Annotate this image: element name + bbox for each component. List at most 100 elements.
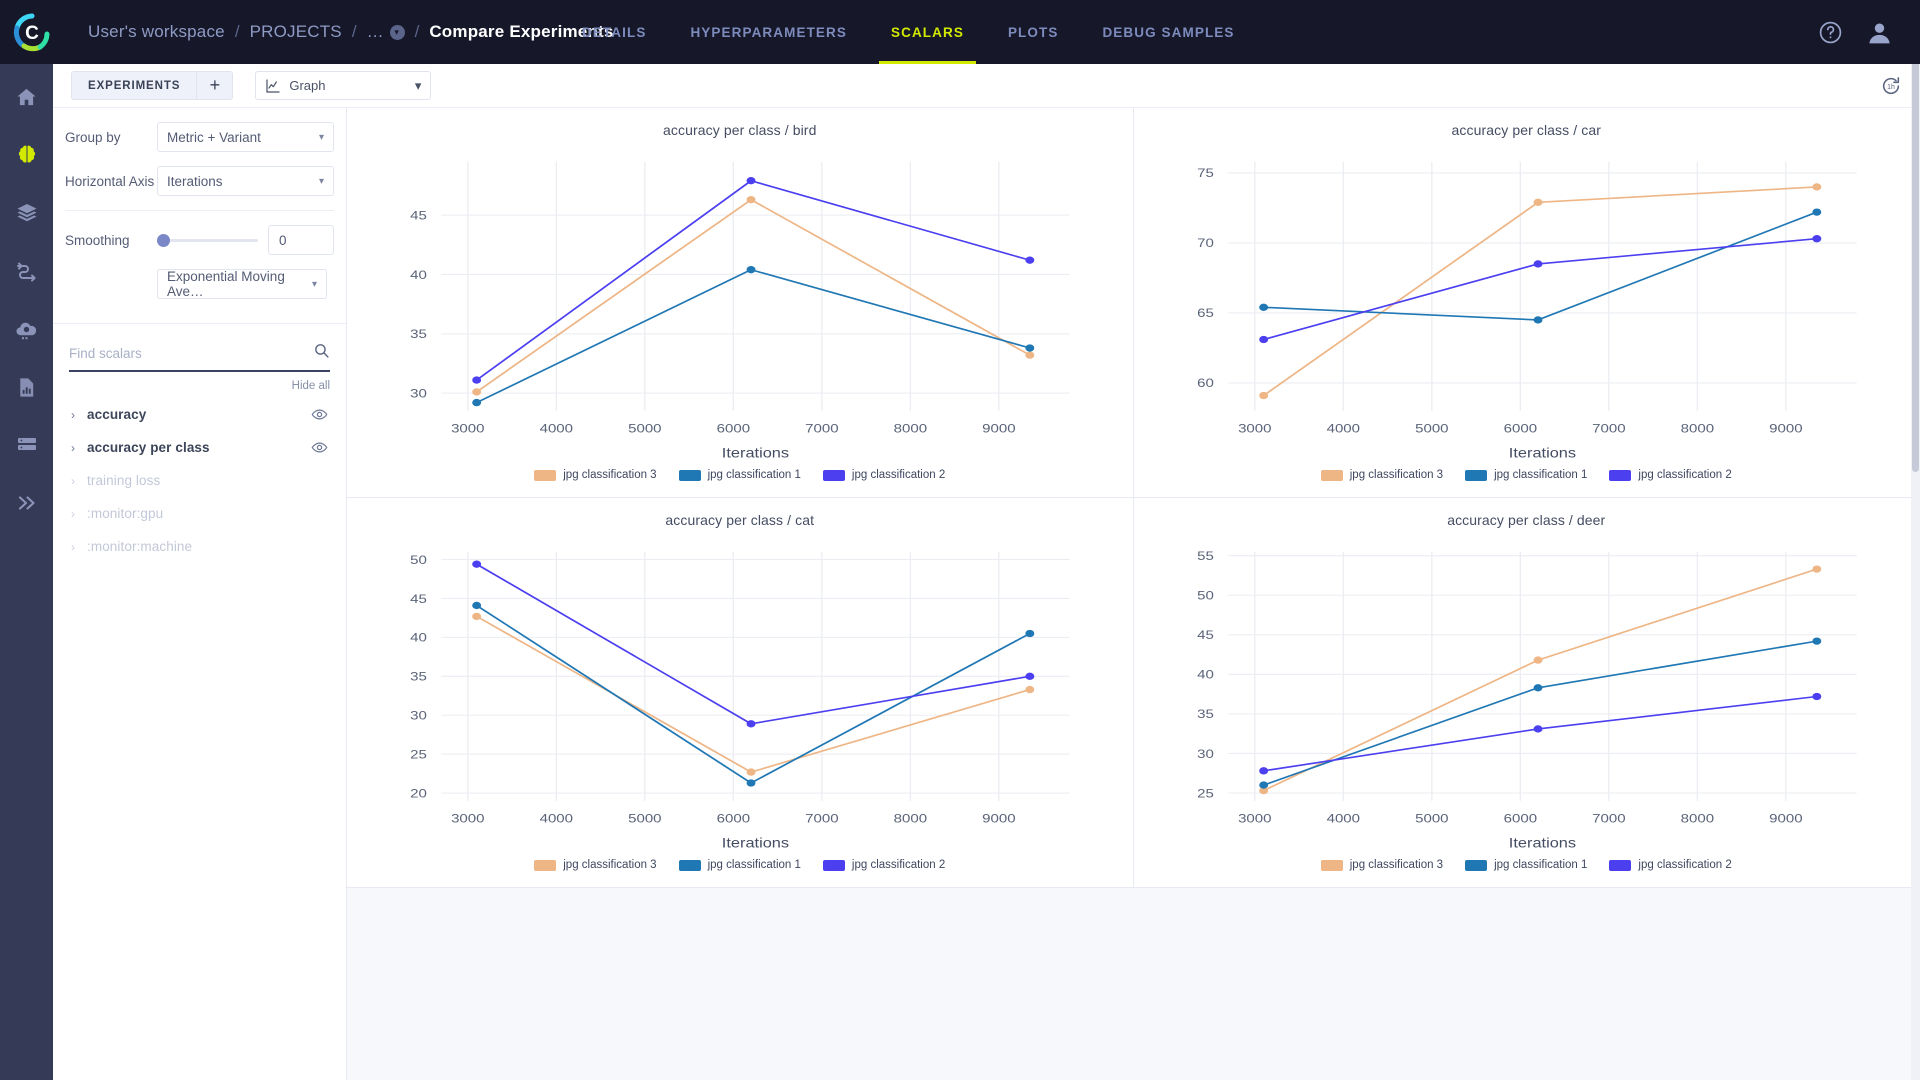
horizontal-axis-value: Iterations bbox=[167, 173, 223, 189]
charts-grid: accuracy per class / bird 30 35 40 45 3000 400… bbox=[347, 108, 1920, 1080]
legend-label: jpg classification 1 bbox=[1494, 469, 1588, 481]
sidebar-item-models[interactable] bbox=[7, 194, 47, 232]
vertical-scrollbar[interactable] bbox=[1911, 0, 1920, 1080]
auto-refresh-button[interactable]: 1h bbox=[1880, 75, 1902, 97]
svg-text:4000: 4000 bbox=[540, 812, 574, 825]
group-by-row: Group by Metric + Variant ▾ bbox=[65, 122, 334, 152]
search-input[interactable] bbox=[69, 345, 313, 361]
breadcrumb-ellipsis-label: … bbox=[366, 22, 385, 41]
plot-area[interactable]: 25 30 35 40 45 50 55 3000 4000 5000 6000 7000 8000 90… bbox=[1134, 528, 1920, 857]
smoothing-slider-knob[interactable] bbox=[157, 233, 170, 247]
legend-item[interactable]: jpg classification 3 bbox=[1320, 859, 1443, 871]
svg-text:30: 30 bbox=[410, 387, 427, 400]
sidebar-item-projects[interactable] bbox=[7, 136, 47, 174]
sidebar-item-home[interactable] bbox=[7, 78, 47, 116]
legend-item[interactable]: jpg classification 1 bbox=[678, 469, 801, 481]
chevron-right-icon[interactable]: › bbox=[71, 441, 87, 455]
chevron-right-icon[interactable]: › bbox=[71, 474, 87, 488]
chevron-down-icon: ▾ bbox=[389, 24, 405, 40]
smoothing-slider[interactable] bbox=[157, 225, 268, 255]
legend-item[interactable]: jpg classification 1 bbox=[1465, 469, 1587, 481]
svg-text:9000: 9000 bbox=[982, 812, 1016, 825]
smoothing-value-input[interactable]: 0 bbox=[268, 225, 334, 255]
chart-card[interactable]: accuracy per class / cat 20 25 30 35 40 45 50 30… bbox=[347, 498, 1134, 888]
chart-card[interactable]: accuracy per class / deer 25 30 35 40 45 50 55 3… bbox=[1133, 498, 1920, 888]
legend-item[interactable]: jpg classification 2 bbox=[822, 859, 945, 871]
tab-hyperparameters[interactable]: HYPERPARAMETERS bbox=[668, 0, 869, 64]
graph-type-select[interactable]: Graph ▾ bbox=[255, 71, 432, 100]
sidebar-item-workers[interactable] bbox=[7, 310, 47, 348]
legend-item[interactable]: jpg classification 3 bbox=[1320, 469, 1443, 481]
hide-all-button[interactable]: Hide all bbox=[53, 372, 346, 392]
plot-area[interactable]: 20 25 30 35 40 45 50 3000 4000 5000 6000 7000 8000 90… bbox=[347, 528, 1133, 857]
svg-text:55: 55 bbox=[1197, 549, 1214, 562]
sidebar-item-datasets[interactable] bbox=[7, 426, 47, 464]
help-circle-icon[interactable] bbox=[1818, 20, 1843, 45]
search-icon[interactable] bbox=[313, 342, 330, 364]
scalar-item-label: training loss bbox=[87, 473, 161, 488]
group-by-select[interactable]: Metric + Variant ▾ bbox=[157, 122, 334, 152]
svg-text:6000: 6000 bbox=[1503, 422, 1537, 435]
legend-item[interactable]: jpg classification 2 bbox=[1609, 859, 1732, 871]
plot-area[interactable]: 30 35 40 45 3000 4000 5000 6000 7000 8000 9000 Iter… bbox=[347, 138, 1133, 467]
chevron-right-icon[interactable]: › bbox=[71, 507, 87, 521]
legend-item[interactable]: jpg classification 1 bbox=[1465, 859, 1587, 871]
svg-text:3000: 3000 bbox=[451, 422, 485, 435]
breadcrumb-overflow[interactable]: … ▾ bbox=[367, 22, 405, 42]
svg-text:3000: 3000 bbox=[1238, 812, 1272, 825]
sidebar-item-expand[interactable] bbox=[7, 484, 47, 522]
smoothing-algorithm-select[interactable]: Exponential Moving Ave… ▾ bbox=[157, 269, 327, 299]
tab-plots[interactable]: PLOTS bbox=[986, 0, 1081, 64]
svg-text:4000: 4000 bbox=[540, 422, 574, 435]
svg-text:9000: 9000 bbox=[1769, 812, 1803, 825]
chevron-right-icon[interactable]: › bbox=[71, 408, 87, 422]
legend-label: jpg classification 1 bbox=[707, 469, 801, 481]
horizontal-axis-select[interactable]: Iterations ▾ bbox=[157, 166, 334, 196]
legend-item[interactable]: jpg classification 2 bbox=[1609, 469, 1732, 481]
svg-text:65: 65 bbox=[1197, 306, 1214, 319]
breadcrumb-projects[interactable]: PROJECTS bbox=[250, 22, 342, 42]
add-experiment-button[interactable]: + bbox=[196, 71, 234, 100]
scalar-item-monitor-gpu[interactable]: › :monitor:gpu bbox=[53, 497, 346, 530]
legend-item[interactable]: jpg classification 2 bbox=[822, 469, 945, 481]
eye-icon[interactable] bbox=[311, 406, 328, 423]
svg-text:Iterations: Iterations bbox=[1508, 836, 1575, 851]
eye-icon[interactable] bbox=[311, 439, 328, 456]
legend-item[interactable]: jpg classification 3 bbox=[534, 859, 657, 871]
tab-details[interactable]: DETAILS bbox=[560, 0, 668, 64]
sidebar-item-pipelines[interactable] bbox=[7, 252, 47, 290]
scalar-item-accuracy-per-class[interactable]: › accuracy per class bbox=[53, 431, 346, 464]
sidebar-item-reports[interactable] bbox=[7, 368, 47, 406]
chart-card[interactable]: accuracy per class / car 60 65 70 75 3000 4000… bbox=[1133, 108, 1920, 498]
svg-text:25: 25 bbox=[1197, 787, 1214, 800]
svg-text:25: 25 bbox=[410, 748, 427, 761]
legend-color-swatch bbox=[678, 859, 701, 871]
scalar-item-training-loss[interactable]: › training loss bbox=[53, 464, 346, 497]
svg-text:3000: 3000 bbox=[451, 812, 485, 825]
line-chart-icon bbox=[266, 78, 280, 93]
legend-color-swatch bbox=[1609, 859, 1632, 871]
tab-scalars[interactable]: SCALARS bbox=[869, 0, 986, 64]
secondary-toolbar: EXPERIMENTS + Graph ▾ 1h bbox=[53, 64, 1920, 108]
scalar-item-monitor-machine[interactable]: › :monitor:machine bbox=[53, 530, 346, 563]
legend-item[interactable]: jpg classification 3 bbox=[534, 469, 657, 481]
chart-legend: jpg classification 3 jpg classification 1… bbox=[347, 467, 1133, 497]
legend-item[interactable]: jpg classification 1 bbox=[678, 859, 801, 871]
breadcrumb-workspace[interactable]: User's workspace bbox=[88, 22, 225, 42]
chart-card[interactable]: accuracy per class / bird 30 35 40 45 3000 400… bbox=[347, 108, 1134, 498]
plot-svg: 60 65 70 75 3000 4000 5000 6000 7000 8000 9000 Iter… bbox=[1197, 161, 1857, 461]
chart-legend: jpg classification 3 jpg classification 1… bbox=[1134, 467, 1920, 497]
scalar-item-accuracy[interactable]: › accuracy bbox=[53, 398, 346, 431]
user-account-icon[interactable] bbox=[1865, 18, 1894, 47]
tab-debug-samples[interactable]: DEBUG SAMPLES bbox=[1080, 0, 1256, 64]
smoothing-slider-track[interactable] bbox=[157, 233, 258, 247]
chevron-right-icon[interactable]: › bbox=[71, 540, 87, 554]
svg-text:75: 75 bbox=[1197, 166, 1214, 179]
vertical-scrollbar-thumb[interactable] bbox=[1912, 2, 1919, 472]
svg-text:7000: 7000 bbox=[805, 422, 839, 435]
app-logo[interactable]: C bbox=[0, 0, 64, 64]
plot-area[interactable]: 60 65 70 75 3000 4000 5000 6000 7000 8000 9000 Iter… bbox=[1134, 138, 1920, 467]
experiments-button[interactable]: EXPERIMENTS bbox=[71, 71, 197, 100]
scalar-item-label: accuracy per class bbox=[87, 440, 210, 455]
legend-color-swatch bbox=[1465, 469, 1488, 481]
